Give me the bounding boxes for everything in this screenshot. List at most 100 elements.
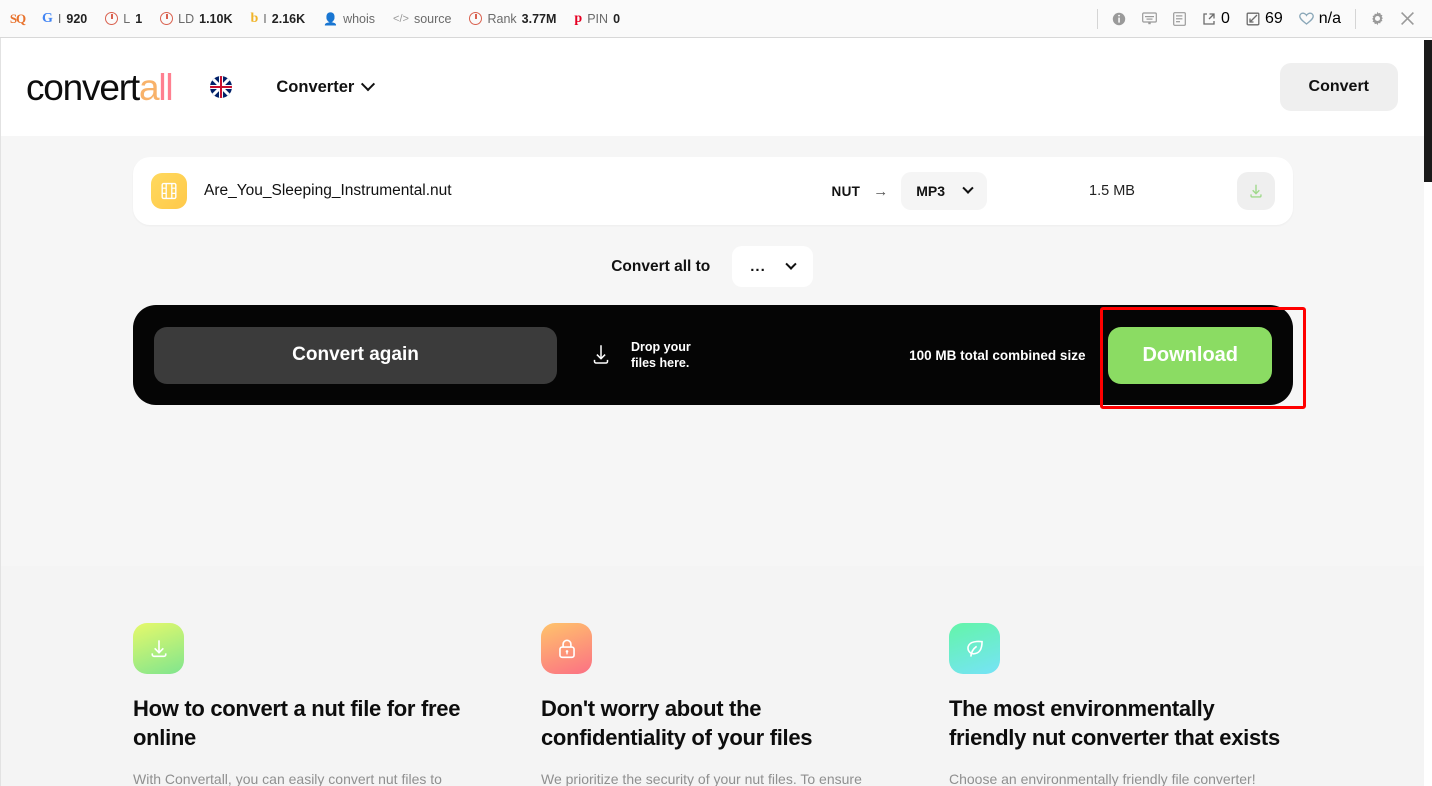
- metric-value: 1: [135, 11, 143, 26]
- drop-zone-text: Drop your files here.: [631, 339, 691, 372]
- toolbar-right-group: 0 69 n/a: [1091, 0, 1432, 38]
- toolbar-metric-bing[interactable]: b I 2.16K: [241, 0, 314, 38]
- drop-line-2: files here.: [631, 356, 690, 370]
- metric-label: I: [57, 11, 62, 26]
- chevron-down-icon: [361, 77, 376, 92]
- metric-value: 1.10K: [199, 11, 233, 26]
- toolbar-metric-rank[interactable]: Rank 3.77M: [460, 0, 565, 38]
- target-format-value: MP3: [916, 183, 945, 199]
- external-links-value: 0: [1221, 9, 1230, 27]
- feature-body: We prioritize the security of your nut f…: [541, 771, 862, 786]
- convert-all-select[interactable]: ...: [732, 246, 813, 287]
- metric-value: 920: [66, 11, 88, 26]
- arrow-right-icon: →: [873, 182, 889, 200]
- download-icon: [1250, 184, 1262, 198]
- seoquake-logo[interactable]: SQ: [0, 0, 33, 38]
- feature-title: How to convert a nut file for free onlin…: [133, 696, 461, 750]
- gear-icon[interactable]: [1362, 0, 1392, 38]
- format-conversion-group: NUT → MP3: [832, 172, 987, 210]
- social-stat-value: n/a: [1318, 9, 1341, 27]
- download-arrow-icon: [593, 345, 609, 364]
- info-icon[interactable]: [1104, 0, 1134, 38]
- source-format: NUT: [831, 183, 861, 199]
- converter-main: Are_You_Sleeping_Instrumental.nut NUT → …: [0, 136, 1424, 566]
- person-icon: 👤: [323, 11, 339, 26]
- feature-body: With Convertall, you can easily convert …: [133, 771, 442, 786]
- metric-label: source: [413, 11, 452, 26]
- code-icon: </>: [393, 12, 409, 25]
- pinterest-icon: p: [574, 10, 583, 26]
- toolbar-metric-google[interactable]: G I 920: [33, 0, 96, 38]
- keyboard-icon[interactable]: [1134, 0, 1164, 38]
- browser-page: SQ G I 920 L 1 LD 1.10K b I 2.16K 👤 whoi…: [0, 0, 1432, 786]
- download-button[interactable]: Download: [1108, 326, 1272, 384]
- internal-link-icon: [1246, 12, 1260, 25]
- toolbar-metric-pin[interactable]: p PIN 0: [565, 0, 629, 38]
- convert-all-row: Convert all to ...: [0, 246, 1424, 287]
- lock-icon: [541, 623, 592, 674]
- logo-part-convert: convert: [26, 66, 140, 108]
- film-strip-icon: [151, 173, 187, 209]
- metric-label: PIN: [587, 11, 609, 26]
- leaf-icon: [949, 623, 1000, 674]
- semrush-icon: [469, 12, 483, 25]
- feature-card: The most environmentally friendly nut co…: [949, 623, 1291, 786]
- logo-part-ll: ll: [158, 66, 173, 108]
- toolbar-metric-whois[interactable]: 👤 whois: [314, 0, 384, 38]
- page-left-edge: [0, 38, 1, 786]
- metric-label: I: [263, 11, 267, 26]
- combined-size-label: 100 MB total combined size: [909, 347, 1086, 363]
- metric-value: 2.16K: [271, 11, 306, 26]
- seoquake-toolbar: SQ G I 920 L 1 LD 1.10K b I 2.16K 👤 whoi…: [0, 0, 1432, 38]
- toolbar-divider: [1355, 8, 1356, 29]
- flag-cross: [210, 86, 233, 88]
- page-report-icon[interactable]: [1164, 0, 1194, 38]
- convert-all-label: Convert all to: [611, 257, 711, 275]
- nav-converter-label: Converter: [276, 77, 355, 96]
- chevron-down-icon: [962, 182, 974, 194]
- uk-flag-icon[interactable]: [210, 76, 233, 98]
- feature-body: Choose an environmentally friendly file …: [949, 771, 1256, 786]
- heart-icon: [1298, 12, 1314, 25]
- logo-part-a: a: [138, 66, 160, 108]
- toolbar-divider: [1097, 8, 1099, 29]
- chevron-down-icon: [785, 258, 797, 270]
- header-convert-button[interactable]: Convert: [1279, 63, 1398, 111]
- drop-zone[interactable]: Drop your files here.: [588, 339, 691, 372]
- toolbar-external-links[interactable]: 0: [1194, 0, 1238, 38]
- site-header: convertall Converter Convert: [0, 38, 1424, 136]
- target-format-select[interactable]: MP3: [901, 172, 987, 210]
- file-name: Are_You_Sleeping_Instrumental.nut: [204, 182, 452, 199]
- features-section: How to convert a nut file for free onlin…: [0, 566, 1424, 786]
- google-icon: G: [42, 10, 53, 26]
- toolbar-metric-source[interactable]: </> source: [384, 0, 460, 38]
- convert-all-value: ...: [750, 258, 766, 275]
- bing-icon: b: [250, 10, 259, 26]
- convert-again-button[interactable]: Convert again: [154, 326, 557, 384]
- feature-card: How to convert a nut file for free onlin…: [133, 623, 475, 786]
- feature-title: Don't worry about the confidentiality of…: [541, 696, 813, 750]
- toolbar-social-stat[interactable]: n/a: [1291, 0, 1349, 38]
- toolbar-internal-links[interactable]: 69: [1238, 0, 1291, 38]
- close-icon[interactable]: [1392, 0, 1422, 38]
- metric-value: 3.77M: [521, 11, 557, 26]
- metric-label: LD: [178, 11, 195, 26]
- semrush-icon: [105, 12, 119, 25]
- internal-links-value: 69: [1264, 9, 1283, 27]
- metric-label: Rank: [487, 11, 517, 26]
- toolbar-left-group: SQ G I 920 L 1 LD 1.10K b I 2.16K 👤 whoi…: [0, 0, 629, 38]
- site-logo[interactable]: convertall: [26, 66, 174, 108]
- nav-converter-menu[interactable]: Converter: [276, 77, 376, 97]
- feature-title: The most environmentally friendly nut co…: [949, 696, 1280, 750]
- scrollbar-thumb[interactable]: [1424, 40, 1432, 182]
- semrush-icon: [160, 12, 174, 25]
- feature-card: Don't worry about the confidentiality of…: [541, 623, 883, 786]
- toolbar-metric-ld[interactable]: LD 1.10K: [151, 0, 241, 38]
- download-box-icon: [133, 623, 184, 674]
- action-bar: Convert again Drop your files here. 100 …: [133, 305, 1293, 405]
- toolbar-metric-l[interactable]: L 1: [96, 0, 151, 38]
- drop-line-1: Drop your: [631, 339, 691, 354]
- file-size: 1.5 MB: [1089, 183, 1135, 199]
- file-download-button[interactable]: [1237, 172, 1275, 210]
- seoquake-logo-icon: SQ: [9, 10, 26, 26]
